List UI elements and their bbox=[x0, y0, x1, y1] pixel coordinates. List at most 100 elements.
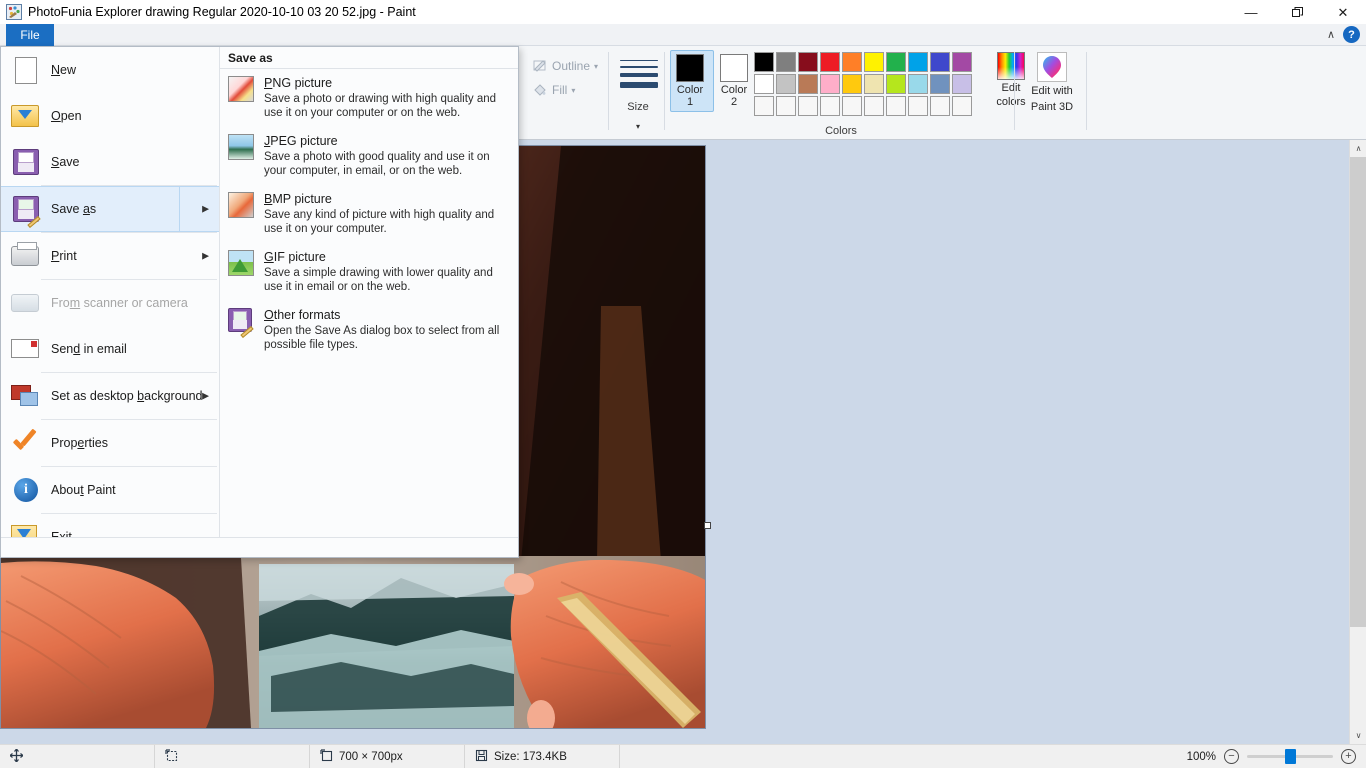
file-menu-item-label: Open bbox=[51, 109, 82, 123]
save-as-option-description: Open the Save As dialog box to select fr… bbox=[264, 325, 500, 351]
palette-swatch[interactable] bbox=[820, 52, 840, 72]
size-caret-icon[interactable]: ▾ bbox=[610, 122, 666, 131]
scroll-down-icon[interactable]: ∨ bbox=[1350, 727, 1366, 744]
palette-swatch[interactable] bbox=[798, 96, 818, 116]
outline-button[interactable]: Outline ▾ bbox=[532, 58, 598, 74]
palette-swatch[interactable] bbox=[776, 96, 796, 116]
vertical-scrollbar[interactable]: ∧ ∨ bbox=[1349, 140, 1366, 744]
palette-swatch[interactable] bbox=[930, 96, 950, 116]
color2-button[interactable]: Color 2 bbox=[714, 54, 754, 108]
fill-button[interactable]: Fill ▾ bbox=[532, 82, 575, 98]
palette-swatch[interactable] bbox=[864, 74, 884, 94]
palette-swatch[interactable] bbox=[930, 74, 950, 94]
save-as-option-title: Other formats bbox=[264, 308, 341, 322]
palette-swatch[interactable] bbox=[886, 96, 906, 116]
fill-caret-icon[interactable]: ▾ bbox=[571, 86, 575, 95]
palette-swatch[interactable] bbox=[908, 96, 928, 116]
zoom-slider[interactable] bbox=[1247, 749, 1333, 764]
palette-row-1 bbox=[754, 52, 974, 74]
title-bar: PhotoFunia Explorer drawing Regular 2020… bbox=[0, 0, 1366, 24]
chevron-right-icon: ▶ bbox=[202, 250, 209, 261]
save-as-option-text: GIF picture Save a simple drawing with lo… bbox=[264, 250, 508, 294]
palette-swatch[interactable] bbox=[820, 74, 840, 94]
palette-swatch[interactable] bbox=[930, 52, 950, 72]
maximize-button[interactable] bbox=[1274, 0, 1320, 24]
save-as-option-title: GIF picture bbox=[264, 250, 326, 264]
file-menu-item-label: Send in email bbox=[51, 342, 127, 356]
palette-swatch[interactable] bbox=[908, 52, 928, 72]
file-menu-item-set-as-desktop-background[interactable]: Set as desktop background ▶ bbox=[1, 373, 219, 419]
palette-swatch[interactable] bbox=[952, 96, 972, 116]
color2-label-line1: Color bbox=[720, 84, 748, 96]
size-preview-icon[interactable] bbox=[620, 60, 658, 93]
submenu-arrow-cell[interactable] bbox=[179, 186, 219, 232]
canvas-resize-handle[interactable] bbox=[704, 522, 711, 529]
outline-pencil-icon bbox=[532, 58, 548, 74]
save-as-option-if-picture[interactable]: GIF picture Save a simple drawing with lo… bbox=[220, 243, 518, 301]
palette-swatch[interactable] bbox=[908, 74, 928, 94]
file-menu-item-properties[interactable]: Properties bbox=[1, 420, 219, 466]
minimize-button[interactable]: — bbox=[1228, 0, 1274, 24]
palette-swatch[interactable] bbox=[776, 74, 796, 94]
file-menu-footer bbox=[1, 537, 518, 557]
file-menu-item-label: Print bbox=[51, 249, 77, 263]
close-button[interactable]: ✕ bbox=[1320, 0, 1366, 24]
open-folder-icon bbox=[11, 101, 41, 131]
palette-swatch[interactable] bbox=[754, 74, 774, 94]
edit-with-paint3d-button[interactable]: Edit with Paint 3D bbox=[1027, 52, 1077, 114]
tab-file[interactable]: File bbox=[6, 24, 54, 46]
file-menu-item-new[interactable]: New bbox=[1, 47, 219, 93]
scroll-up-icon[interactable]: ∧ bbox=[1350, 140, 1366, 157]
color1-swatch[interactable] bbox=[676, 54, 704, 82]
palette-swatch[interactable] bbox=[842, 96, 862, 116]
palette-swatch[interactable] bbox=[842, 52, 862, 72]
palette-swatch[interactable] bbox=[864, 52, 884, 72]
file-menu-item-open[interactable]: Open bbox=[1, 93, 219, 139]
zoom-slider-thumb[interactable] bbox=[1285, 749, 1296, 764]
file-menu-item-save[interactable]: Save bbox=[1, 139, 219, 185]
help-icon[interactable]: ? bbox=[1343, 26, 1360, 43]
palette-swatch[interactable] bbox=[798, 74, 818, 94]
color2-swatch[interactable] bbox=[720, 54, 748, 82]
zoom-out-button[interactable]: − bbox=[1224, 749, 1239, 764]
file-menu-item-label: New bbox=[51, 63, 77, 77]
palette-swatch[interactable] bbox=[864, 96, 884, 116]
save-as-option-ther-formats[interactable]: Other formats Open the Save As dialog box… bbox=[220, 301, 518, 359]
file-menu-item-label: About Paint bbox=[51, 483, 116, 497]
palette-swatch[interactable] bbox=[754, 96, 774, 116]
new-document-icon bbox=[11, 55, 41, 85]
printer-icon bbox=[11, 241, 41, 271]
file-menu-item-about-paint[interactable]: i About Paint bbox=[1, 467, 219, 513]
palette-swatch[interactable] bbox=[952, 52, 972, 72]
save-as-option-ng-picture[interactable]: PNG picture Save a photo or drawing with … bbox=[220, 69, 518, 127]
size-group: Size ▾ bbox=[610, 46, 666, 139]
file-menu-item-label: Properties bbox=[51, 436, 108, 450]
palette-swatch[interactable] bbox=[754, 52, 774, 72]
outline-caret-icon[interactable]: ▾ bbox=[594, 62, 598, 71]
palette-swatch[interactable] bbox=[776, 52, 796, 72]
save-as-option-peg-picture[interactable]: JPEG picture Save a photo with good quali… bbox=[220, 127, 518, 185]
palette-swatch[interactable] bbox=[842, 74, 862, 94]
file-menu-item-print[interactable]: Print ▶ bbox=[1, 233, 219, 279]
save-as-option-title: BMP picture bbox=[264, 192, 332, 206]
save-as-option-text: PNG picture Save a photo or drawing with … bbox=[264, 76, 508, 120]
color1-button[interactable]: Color 1 bbox=[670, 54, 710, 108]
status-bar: 700 × 700px Size: 173.4KB 100% − + bbox=[0, 744, 1366, 768]
zoom-in-button[interactable]: + bbox=[1341, 749, 1356, 764]
collapse-ribbon-icon[interactable]: ∧ bbox=[1327, 28, 1335, 41]
file-menu-item-send-in-email[interactable]: Send in email bbox=[1, 326, 219, 372]
group-separator bbox=[664, 52, 665, 130]
scrollbar-thumb[interactable] bbox=[1350, 157, 1366, 627]
file-menu-item-label: From scanner or camera bbox=[51, 296, 188, 310]
save-as-option-mp-picture[interactable]: BMP picture Save any kind of picture with… bbox=[220, 185, 518, 243]
palette-swatch[interactable] bbox=[886, 74, 906, 94]
save-as-submenu: Save as PNG picture Save a photo or drawi… bbox=[220, 47, 518, 537]
palette-swatch[interactable] bbox=[952, 74, 972, 94]
paint3d-icon bbox=[1037, 52, 1067, 82]
palette-swatch[interactable] bbox=[798, 52, 818, 72]
image-dimensions-value: 700 × 700px bbox=[339, 750, 403, 763]
color1-label-line1: Color bbox=[676, 84, 704, 96]
palette-swatch[interactable] bbox=[820, 96, 840, 116]
file-menu-item-save-as[interactable]: Save as ▶ bbox=[1, 186, 219, 232]
palette-swatch[interactable] bbox=[886, 52, 906, 72]
